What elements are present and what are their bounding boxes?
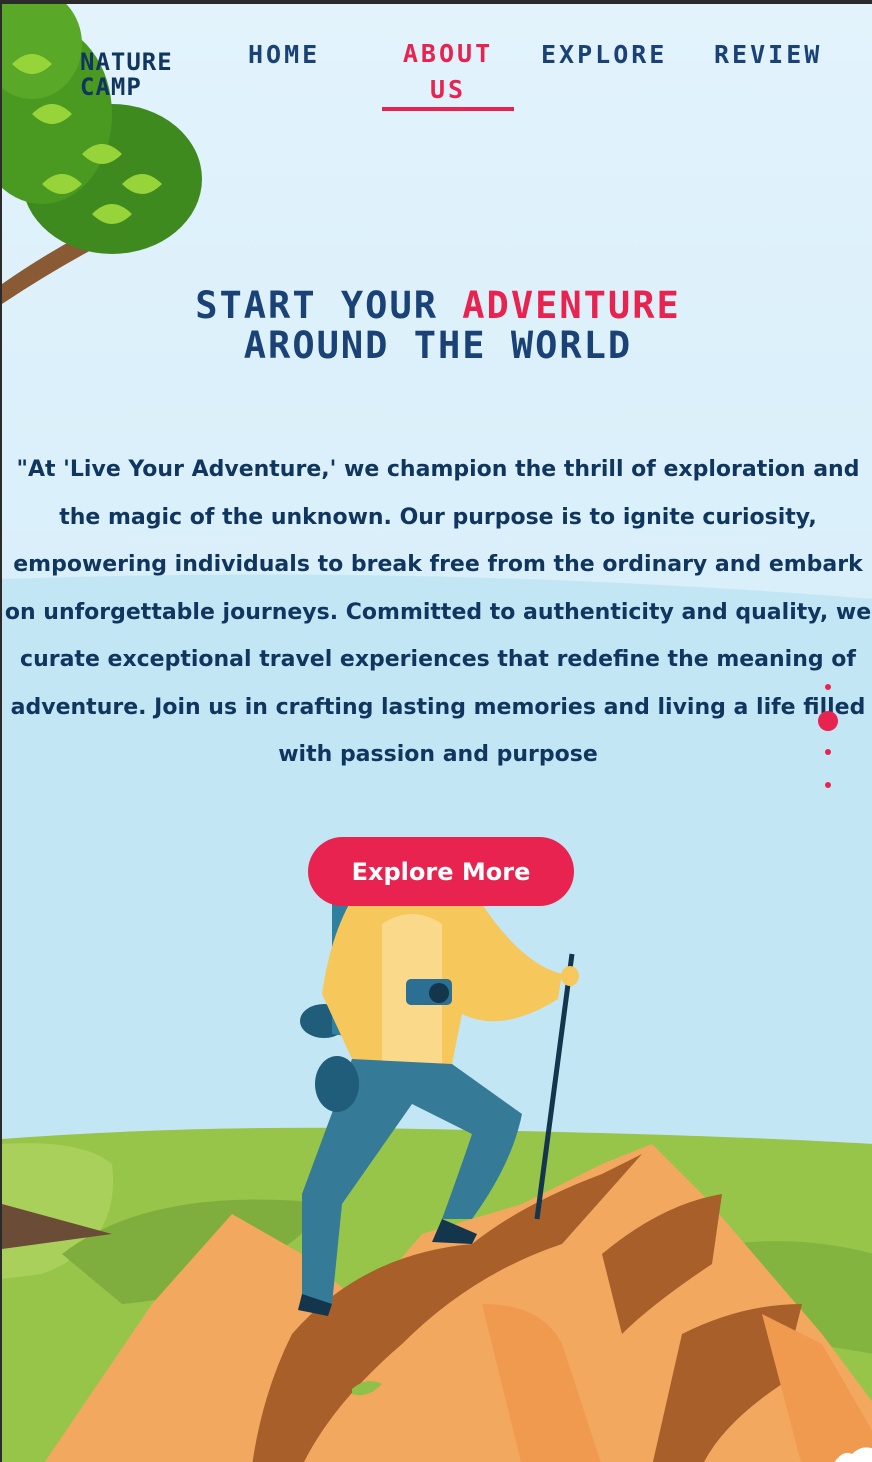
about-paragraph: "At 'Live Your Adventure,' we champion t… xyxy=(4,457,872,767)
nav-home[interactable]: HOME xyxy=(248,40,320,69)
slide-dot[interactable] xyxy=(825,684,831,690)
slide-dot[interactable] xyxy=(825,749,831,755)
nav-about-line-2: US xyxy=(429,75,467,104)
hero-title: START YOUR ADVENTURE AROUND THE WORLD xyxy=(2,286,872,366)
hero-title-part1: START YOUR xyxy=(195,284,463,327)
hero-title-line2: AROUND THE WORLD xyxy=(243,324,633,367)
nav-review[interactable]: REVIEW xyxy=(714,40,822,69)
explore-more-button[interactable]: Explore More xyxy=(308,837,574,906)
hero-title-accent: ADVENTURE xyxy=(462,284,681,327)
slide-dot[interactable] xyxy=(825,782,831,788)
nav-about-line-1: ABOUT xyxy=(402,39,494,68)
nav-explore[interactable]: EXPLORE xyxy=(541,40,667,69)
logo-line-1: NATURE xyxy=(80,48,173,76)
logo-line-2: CAMP xyxy=(80,73,142,101)
page-frame: NATURE CAMP HOME ABOUT US EXPLORE REVIEW… xyxy=(0,0,872,1462)
slide-dot-active[interactable] xyxy=(818,711,838,731)
tree-leaves xyxy=(2,4,202,254)
site-logo[interactable]: NATURE CAMP xyxy=(80,50,173,100)
active-nav-underline xyxy=(382,107,514,111)
nav-about-us[interactable]: ABOUT US xyxy=(394,36,502,108)
